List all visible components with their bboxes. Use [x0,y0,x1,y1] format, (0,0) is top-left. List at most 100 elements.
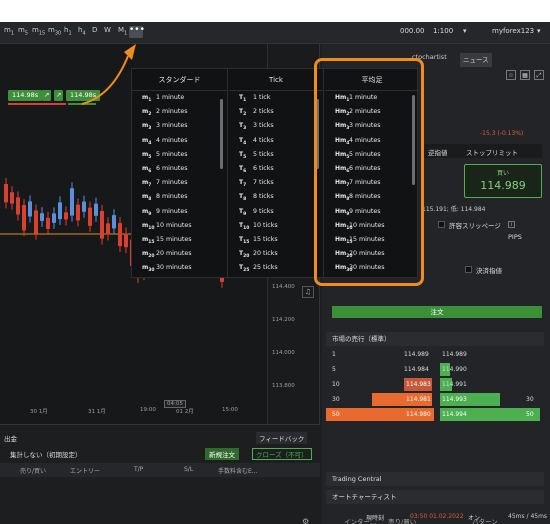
status-on[interactable]: オン [468,513,480,522]
close-all-button[interactable]: クローズ（不可） [252,448,312,460]
timeframe-option[interactable]: m1515 minutes [132,233,227,247]
maximize-icon[interactable]: ⤢ [534,70,544,80]
leverage-text: 1:100 [433,27,454,35]
chevron-down-icon[interactable]: ▾ [537,27,541,35]
book-row[interactable]: 30 114.981 [326,393,434,406]
timeframe-option[interactable]: T10 10 ticks [229,219,323,233]
timeframe-label: 5 minutes [156,150,188,158]
settle-checkbox[interactable] [465,266,472,273]
tab-stop-limit[interactable]: ストップリミット [466,147,518,157]
filter-select[interactable]: 集計しない（初期設定） [10,449,82,459]
slippage-label: 許容スリッページ [449,222,501,230]
time-label: 19:00 [140,407,156,413]
grid-icon[interactable]: ▦ [520,70,530,80]
timeframe-label: 2 minutes [156,108,188,116]
timeframe-option[interactable]: m8 8 minutes [132,190,227,204]
daily-change: -15.3 (-0.13%) [480,130,524,137]
feedback-button[interactable]: フィードバック [256,432,308,444]
standard-column: スタンダード m1 1 minute m2 2 minutes m3 3 minutes m… [132,69,228,277]
price-label: 114.200 [272,317,295,323]
timeframe-label: 3 minutes [156,122,188,130]
tf-m[interactable]: M1 [118,26,127,37]
positions-header: 売り/買い エントリー T/P S/L 手数料含むE... [0,463,320,477]
bid-badge[interactable]: 114.98s [8,90,43,101]
place-order-button[interactable]: 注文 [332,306,542,318]
timeframe-option[interactable]: m3 3 minutes [132,119,227,133]
timeframe-option[interactable]: T8 8 ticks [229,190,323,204]
timeframe-option[interactable]: T20 20 ticks [229,247,323,261]
timeframe-option[interactable]: T4 4 ticks [229,134,323,148]
book-row[interactable]: 50 114.980 [326,408,434,421]
timeframe-option[interactable]: T5 5 ticks [229,148,323,162]
timeframe-option[interactable]: T9 9 ticks [229,205,323,219]
tf-w[interactable]: W [104,26,111,34]
bell-icon[interactable]: ♫ [302,286,314,298]
slippage-checkbox[interactable] [438,221,445,228]
timeframe-option[interactable]: m7 7 minutes [132,176,227,190]
timeframe-label: 20 ticks [253,250,278,258]
arrow-icon[interactable]: ↗ [42,90,52,101]
book-row[interactable]: 114.994 50 [440,408,540,421]
timeframe-icon: m30 [142,264,155,274]
time-label: 30 1月 [30,409,48,415]
order-book: 1 114.989 5 114.984 10 114.983 30 114.981 50… [326,348,546,434]
tf-d[interactable]: D [92,26,97,34]
price-label: 114.400 [272,284,295,290]
sell-line [8,103,66,105]
star-icon[interactable]: ☆ [506,70,516,80]
buy-button[interactable]: 買い 114.989 [464,164,542,198]
scrollbar[interactable] [220,99,223,169]
status-time: 03:50 01.02.2022 [410,513,464,520]
time-label: 31 1月 [88,409,106,415]
book-row[interactable]: 114.989 [440,348,540,361]
user-menu[interactable]: myforex123 [492,27,534,35]
timeframe-option[interactable]: T15 15 ticks [229,233,323,247]
tick-column: Tick T1 1 tick T2 2 ticks T3 3 ticks T4 4 ticks… [229,69,324,277]
timeframe-option[interactable]: m3030 minutes [132,261,227,275]
timeframe-option[interactable]: m1 1 minute [132,91,227,105]
more-timeframes-button[interactable]: ••• [129,26,145,38]
column-header: 手数料含むE... [218,468,258,475]
order-book-header[interactable]: 市場の売行（標準） [326,332,544,346]
timeframe-option[interactable]: m5 5 minutes [132,148,227,162]
book-row[interactable]: 10 114.983 [326,378,434,391]
book-row[interactable]: 114.991 [440,378,540,391]
tab-news[interactable]: ニュース [460,53,492,67]
timeframe-option[interactable]: T7 7 ticks [229,176,323,190]
book-row[interactable]: 114.993 30 [440,393,540,406]
tf-m5[interactable]: m5 [18,26,28,37]
timeframe-label: 10 minutes [156,221,192,229]
book-row[interactable]: 5 114.984 [326,363,434,376]
book-row[interactable]: 114.990 [440,363,540,376]
new-order-button[interactable]: 新規注文 [205,448,239,460]
arrow-icon[interactable]: ↗ [54,90,64,101]
trading-central-header[interactable]: Trading Central [326,472,544,486]
timeframe-icon: T25 [239,264,250,274]
timeframe-option[interactable]: T2 2 ticks [229,105,323,119]
timeframe-option[interactable]: m4 4 minutes [132,134,227,148]
tf-h4[interactable]: h4 [78,26,86,37]
book-row[interactable]: 1 114.989 [326,348,434,361]
tf-h1[interactable]: h1 [64,26,72,37]
timeframe-option[interactable]: T25 25 ticks [229,261,323,275]
timeframe-option[interactable]: m6 6 minutes [132,162,227,176]
timeframe-label: 4 minutes [156,136,188,144]
tf-m1[interactable]: m1 [4,26,14,37]
withdraw-tab[interactable]: 出金 [4,433,17,443]
timeframe-option[interactable]: T3 3 ticks [229,119,323,133]
tab-stop-order[interactable]: 逆指値 [428,147,448,157]
timeframe-option[interactable]: T6 6 ticks [229,162,323,176]
status-label: 現時刻 [366,515,385,522]
autochartist-header[interactable]: オートチャーティスト [326,490,544,504]
timeframe-option[interactable]: m2 2 minutes [132,105,227,119]
column-header: S/L [184,466,194,473]
gear-icon[interactable]: ⚙ [302,517,309,524]
info-icon[interactable]: i [508,221,515,228]
timeframe-option[interactable]: m1010 minutes [132,219,227,233]
tf-m30[interactable]: m30 [48,26,61,37]
timeframe-option[interactable]: m9 9 minutes [132,205,227,219]
timeframe-option[interactable]: m2020 minutes [132,247,227,261]
timeframe-option[interactable]: T1 1 tick [229,91,323,105]
tf-m15[interactable]: m15 [32,26,45,37]
dropdown-icon[interactable]: ▾ [463,27,467,35]
